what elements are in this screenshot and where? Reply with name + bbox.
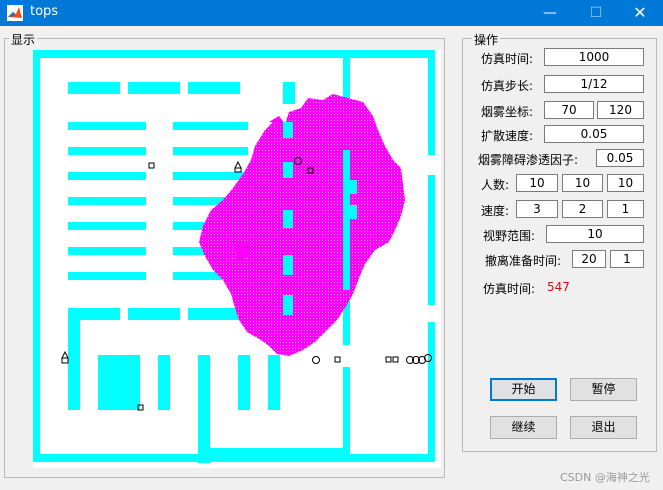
close-button[interactable]: ✕ xyxy=(617,0,663,26)
display-panel-title: 显示 xyxy=(9,31,38,48)
sim-step-label: 仿真步长: xyxy=(481,79,534,93)
pause-button[interactable]: 暂停 xyxy=(570,378,637,401)
exit-button[interactable]: 退出 xyxy=(570,416,637,439)
elapsed-time-label: 仿真时间: xyxy=(483,282,536,296)
evac-prep-input-2[interactable]: 1 xyxy=(610,250,644,268)
evac-prep-label: 撤离准备时间: xyxy=(485,254,562,268)
operations-panel-title: 操作 xyxy=(472,31,501,48)
continue-button[interactable]: 继续 xyxy=(490,416,557,439)
vision-input[interactable]: 10 xyxy=(546,225,644,243)
title-bar: tops — ☐ ✕ xyxy=(0,0,663,26)
spread-speed-input[interactable]: 0.05 xyxy=(544,125,644,143)
penetration-input[interactable]: 0.05 xyxy=(596,149,644,167)
speed-input-3[interactable]: 1 xyxy=(607,200,644,218)
people-input-1[interactable]: 10 xyxy=(516,174,558,192)
smoke-y-input[interactable]: 120 xyxy=(597,101,644,119)
sim-time-input[interactable]: 1000 xyxy=(544,48,644,66)
vision-label: 视野范围: xyxy=(483,229,536,243)
smoke-coord-label: 烟雾坐标: xyxy=(481,105,534,119)
spread-speed-label: 扩散速度: xyxy=(481,129,534,143)
penetration-label: 烟雾障碍渗透因子: xyxy=(478,153,579,167)
speed-input-2[interactable]: 2 xyxy=(562,200,603,218)
speed-label: 速度: xyxy=(481,204,510,218)
start-button[interactable]: 开始 xyxy=(490,378,557,401)
sim-time-label: 仿真时间: xyxy=(481,52,534,66)
maximize-button[interactable]: ☐ xyxy=(573,0,619,26)
evac-prep-input-1[interactable]: 20 xyxy=(572,250,606,268)
window-title: tops xyxy=(30,4,59,19)
sim-step-input[interactable]: 1/12 xyxy=(544,75,644,93)
elapsed-time-value: 547 xyxy=(547,280,570,294)
simulation-map xyxy=(33,50,441,468)
people-input-3[interactable]: 10 xyxy=(607,174,644,192)
smoke-x-input[interactable]: 70 xyxy=(544,101,594,119)
speed-input-1[interactable]: 3 xyxy=(516,200,558,218)
watermark: CSDN @海神之光 xyxy=(560,471,650,484)
people-input-2[interactable]: 10 xyxy=(562,174,603,192)
people-label: 人数: xyxy=(481,178,510,192)
minimize-button[interactable]: — xyxy=(527,0,573,26)
matlab-icon xyxy=(7,5,23,21)
